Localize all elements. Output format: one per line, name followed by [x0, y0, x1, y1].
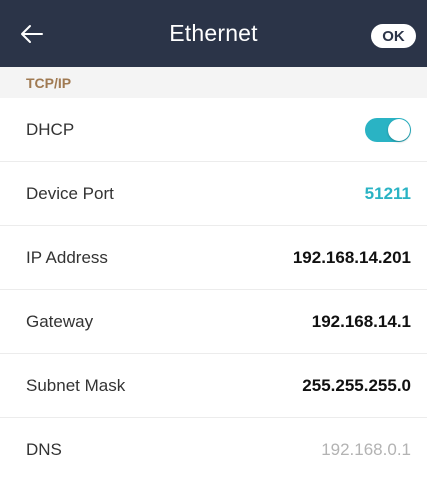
toggle-knob [388, 118, 410, 141]
dhcp-row[interactable]: DHCP [0, 98, 427, 162]
ip-address-value[interactable]: 192.168.14.201 [293, 248, 411, 268]
app-header: Ethernet OK [0, 0, 427, 67]
gateway-label: Gateway [26, 311, 94, 331]
dhcp-toggle[interactable] [365, 117, 411, 142]
subnet-mask-row[interactable]: Subnet Mask 255.255.255.0 [0, 354, 427, 418]
gateway-row[interactable]: Gateway 192.168.14.1 [0, 290, 427, 354]
device-port-value[interactable]: 51211 [365, 184, 411, 204]
dns-label: DNS [26, 440, 62, 459]
subnet-mask-label: Subnet Mask [26, 375, 126, 395]
ok-button[interactable]: OK [371, 24, 416, 48]
ip-address-row[interactable]: IP Address 192.168.14.201 [0, 226, 427, 290]
dhcp-label: DHCP [26, 119, 75, 139]
section-header-tcpip: TCP/IP [0, 67, 427, 98]
page-title: Ethernet [169, 20, 258, 46]
dns-value: 192.168.0.1 [321, 440, 411, 459]
gateway-value[interactable]: 192.168.14.1 [312, 312, 411, 332]
dns-row: DNS 192.168.0.1 [0, 418, 427, 482]
device-port-label: Device Port [26, 183, 114, 203]
ip-address-label: IP Address [26, 247, 108, 267]
subnet-mask-value[interactable]: 255.255.255.0 [302, 376, 411, 396]
device-port-row[interactable]: Device Port 51211 [0, 162, 427, 226]
